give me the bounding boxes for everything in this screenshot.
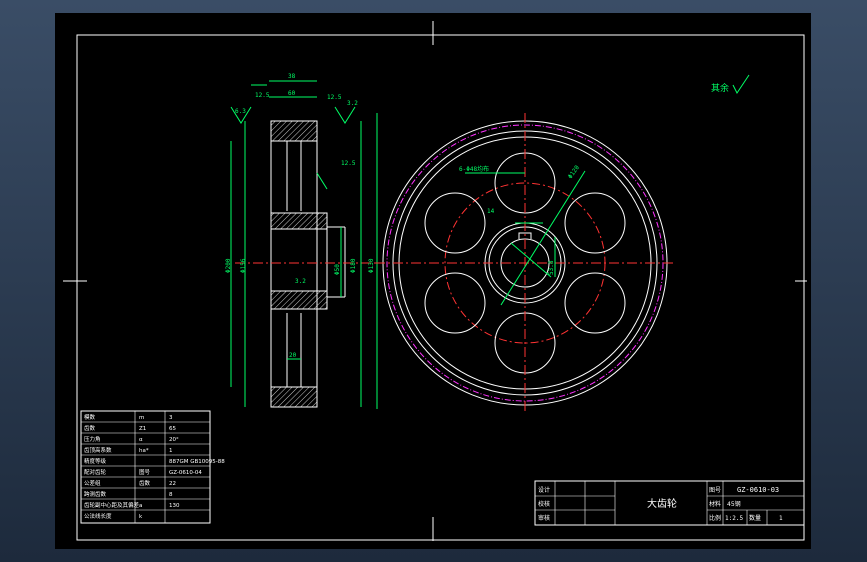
tb-label-scale: 比例 <box>709 514 721 522</box>
param-cell-9-0: 公法线长度 <box>84 512 112 520</box>
param-cell-5-0: 配对齿轮 <box>84 468 107 476</box>
front-dimension-texts: 6-Φ48均布 Φ120 14 53.8 <box>459 164 581 275</box>
dim-d-outer: Φ200 <box>225 258 232 273</box>
param-cell-4-2: 887GM GB10095-88 <box>169 459 225 465</box>
drawing-sheet: 38 60 6.3 12.5 12.5 3.2 12.5 3.2 Φ200 Φ1… <box>55 13 811 549</box>
dim-d-rim-inner: Φ156 <box>240 258 247 273</box>
param-cell-7-2: 8 <box>169 492 173 498</box>
param-cell-3-2: 1 <box>169 448 173 454</box>
ra-top-left: 12.5 <box>255 92 270 99</box>
param-cell-6-0: 公差组 <box>84 479 101 487</box>
param-cell-5-2: GZ-0610-04 <box>169 470 202 476</box>
param-cell-2-0: 压力角 <box>84 435 101 443</box>
tb-material: 45钢 <box>727 500 741 508</box>
param-cell-0-0: 模数 <box>84 413 96 421</box>
tb-quantity: 1 <box>779 515 783 522</box>
tb-label-material: 材料 <box>709 500 721 508</box>
param-cell-8-2: 130 <box>169 503 180 509</box>
param-cell-2-1: α <box>139 437 143 443</box>
dim-key-depth: 53.8 <box>548 260 555 275</box>
param-cell-1-0: 齿数 <box>84 424 96 432</box>
front-centerlines <box>375 113 675 413</box>
drawing-canvas: 38 60 6.3 12.5 12.5 3.2 12.5 3.2 Φ200 Φ1… <box>63 21 807 541</box>
dim-hub-width: 60 <box>288 90 296 97</box>
param-cell-8-0: 齿轮副中心距及其偏差 <box>84 501 140 509</box>
ra-left: 6.3 <box>235 108 246 115</box>
param-cell-0-1: m <box>139 415 144 421</box>
roughness-note: 其余 <box>711 74 750 94</box>
tb-scale: 1:2.5 <box>725 515 743 522</box>
dim-pcd: Φ120 <box>567 164 581 180</box>
cad-viewport[interactable]: 38 60 6.3 12.5 12.5 3.2 12.5 3.2 Φ200 Φ1… <box>0 0 867 562</box>
param-cell-6-1: 齿数 <box>139 479 151 487</box>
param-table: 模数 m 3 齿数 Z1 65 压力角 α 20° 齿顶高系数 ha* 1 精度等级 887GM GB10… <box>80 410 225 524</box>
title-block: 设计 校核 审核 大齿轮 图号 GZ-0610-03 材料 45钢 比例 1:2… <box>534 480 805 526</box>
ra-top-right: 12.5 <box>327 94 342 101</box>
tb-part-name: 大齿轮 <box>647 497 677 510</box>
param-cell-9-1: k <box>139 514 143 520</box>
param-cell-1-1: Z1 <box>139 426 146 432</box>
param-cell-7-0: 跨测齿数 <box>84 490 107 498</box>
side-section-view <box>270 120 346 408</box>
param-cell-1-2: 65 <box>169 426 176 432</box>
tb-label-drawing-no: 图号 <box>709 487 721 494</box>
tb-label-quantity: 数量 <box>749 514 761 522</box>
dim-holes-note: 6-Φ48均布 <box>459 165 489 173</box>
param-cell-6-2: 22 <box>169 481 176 487</box>
param-cell-3-0: 齿顶高系数 <box>84 446 112 454</box>
svg-text:其余: 其余 <box>711 82 729 94</box>
tb-label-design: 设计 <box>538 486 550 494</box>
tb-label-check: 校核 <box>538 500 550 508</box>
ra-bore: 3.2 <box>295 278 306 285</box>
param-cell-5-1: 图号 <box>139 468 151 476</box>
param-cell-0-2: 3 <box>169 415 173 421</box>
dim-d-bore: Φ50 <box>334 264 341 275</box>
dim-width-top: 38 <box>288 73 296 80</box>
dim-keyway: 14 <box>487 208 495 215</box>
ra-right: 3.2 <box>347 100 358 107</box>
dim-d-hub2: Φ130 <box>368 258 375 273</box>
ra-web: 12.5 <box>341 160 356 167</box>
param-cell-3-1: ha* <box>139 448 149 454</box>
tb-drawing-no: GZ-0610-03 <box>737 486 779 494</box>
param-cell-8-1: a <box>139 503 142 509</box>
param-cell-4-0: 精度等级 <box>84 457 107 465</box>
param-cell-2-2: 20° <box>169 437 179 443</box>
dim-rib-width: 20 <box>289 352 297 359</box>
tb-label-approve: 审核 <box>538 514 550 522</box>
dim-d-hub: Φ180 <box>350 258 357 273</box>
